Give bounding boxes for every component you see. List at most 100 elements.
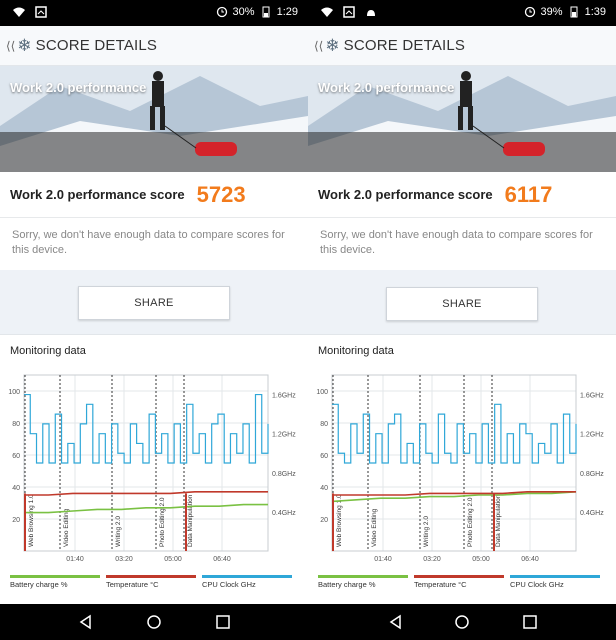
legend-label: Battery charge % [318, 580, 376, 589]
y-tick-label: 80 [320, 421, 328, 428]
y2-tick-label: 0.4GHz [580, 510, 604, 517]
x-tick-label: 01:40 [66, 556, 84, 563]
app-header: ⟨⟨ ❄ SCORE DETAILS [0, 26, 308, 66]
series-line [24, 491, 268, 496]
legend-swatch [318, 575, 408, 578]
y-tick-label: 60 [12, 453, 20, 460]
page-title: SCORE DETAILS [35, 37, 158, 54]
monitoring-chart: 100 80 60 40 20 1.6GHz 1.2GHz 0.8GHz 0.4GHz 01:40… [8, 374, 296, 589]
legend-label: Temperature °C [414, 580, 467, 589]
score-value: 6117 [504, 181, 553, 207]
legend-swatch [510, 575, 600, 578]
compare-notice: Sorry, we don't have enough data to comp… [308, 218, 616, 270]
legend-swatch [414, 575, 504, 578]
x-tick-label: 03:20 [423, 556, 441, 563]
marker-label: Video Editing [371, 508, 378, 547]
alarm-icon [216, 6, 227, 18]
score-label: Work 2.0 performance score [10, 187, 185, 202]
y-tick-label: 60 [320, 453, 328, 460]
home-icon[interactable] [146, 614, 162, 630]
y2-tick-label: 1.6GHz [272, 393, 296, 400]
marker-label: Web Browsing 1.0 [28, 494, 35, 547]
y2-tick-label: 0.8GHz [580, 471, 604, 478]
share-button[interactable]: SHARE [386, 287, 538, 321]
score-label: Work 2.0 performance score [318, 187, 493, 202]
y2-tick-label: 0.8GHz [272, 471, 296, 478]
legend-swatch [10, 575, 100, 578]
share-button[interactable]: SHARE [78, 286, 230, 320]
marker-label: Photo Editing 2.0 [159, 497, 166, 547]
legend-label: CPU Clock GHz [510, 580, 564, 589]
legend-swatch [202, 575, 292, 578]
recents-icon[interactable] [522, 614, 538, 630]
score-row: Work 2.0 performance score 5723 [0, 172, 308, 218]
marker-label: Data Manipulation [187, 494, 194, 547]
battery-percent: 30% [232, 6, 255, 18]
battery-icon [570, 6, 578, 18]
page-title: SCORE DETAILS [343, 37, 466, 54]
marker-label: Video Editing [63, 508, 70, 547]
clock-time: 1:29 [276, 6, 298, 18]
hero-label: Work 2.0 performance [318, 80, 455, 95]
monitoring-card: Monitoring data 100 80 60 40 20 1.6GHz 1.2GHz 0… [308, 334, 616, 604]
recents-icon[interactable] [215, 614, 231, 630]
back-chevron-icon[interactable]: ⟨⟨ [6, 39, 15, 53]
compare-notice: Sorry, we don't have enough data to comp… [0, 218, 308, 270]
y-tick-label: 20 [12, 517, 20, 524]
alarm-icon [524, 6, 535, 18]
marker-label: Data Manipulation [495, 494, 502, 547]
navigation-bar [0, 604, 616, 640]
left-screen: 30% 1:29 ⟨⟨ ❄ SCORE DETAILS Work 2.0 per… [0, 0, 308, 604]
wifi-icon [321, 7, 333, 17]
series-line [24, 393, 269, 464]
wifi-icon [13, 7, 25, 17]
battery-icon [262, 6, 270, 18]
y-tick-label: 40 [12, 485, 20, 492]
y-tick-label: 100 [316, 389, 328, 396]
monitoring-chart: 100 80 60 40 20 1.6GHz 1.2GHz 0.8GHz 0.4GHz 01:40… [316, 374, 604, 589]
x-tick-label: 01:40 [374, 556, 392, 563]
y-tick-label: 20 [320, 517, 328, 524]
clock-time: 1:39 [584, 6, 606, 18]
score-value: 5723 [196, 181, 246, 207]
legend-label: Temperature °C [106, 580, 159, 589]
x-tick-label: 05:00 [164, 556, 182, 563]
marker-label: Photo Editing 2.0 [467, 497, 474, 547]
x-tick-label: 06:40 [213, 556, 231, 563]
y2-tick-label: 1.2GHz [272, 432, 296, 439]
app-header: ⟨⟨ ❄ SCORE DETAILS [308, 26, 616, 66]
legend-swatch [106, 575, 196, 578]
legend-label: CPU Clock GHz [202, 580, 256, 589]
hero-label: Work 2.0 performance [10, 80, 147, 95]
snowflake-logo-icon: ❄ [17, 35, 32, 55]
battery-percent: 39% [540, 6, 563, 18]
marker-label: Writing 2.0 [423, 516, 430, 547]
y-tick-label: 40 [320, 485, 328, 492]
back-icon[interactable] [78, 614, 94, 630]
status-bar: 39% 1:39 [308, 0, 616, 26]
x-tick-label: 05:00 [472, 556, 490, 563]
y2-tick-label: 1.2GHz [580, 432, 604, 439]
home-icon[interactable] [454, 614, 470, 630]
screenshot-icon [35, 6, 47, 18]
series-line [332, 403, 577, 464]
y2-tick-label: 0.4GHz [272, 510, 296, 517]
y2-tick-label: 1.6GHz [580, 393, 604, 400]
x-tick-label: 03:20 [115, 556, 133, 563]
android-icon [367, 10, 375, 16]
y-tick-label: 80 [12, 421, 20, 428]
y-tick-label: 100 [8, 389, 20, 396]
screenshot-icon [343, 6, 355, 18]
legend-label: Battery charge % [10, 580, 68, 589]
monitoring-title: Monitoring data [318, 345, 394, 357]
right-screen: 39% 1:39 ⟨⟨ ❄ SCORE DETAILS Work 2.0 per… [308, 0, 616, 604]
monitoring-title: Monitoring data [10, 345, 86, 357]
status-bar: 30% 1:29 [0, 0, 308, 26]
marker-label: Writing 2.0 [115, 516, 122, 547]
back-chevron-icon[interactable]: ⟨⟨ [314, 39, 323, 53]
marker-label: Web Browsing 1.0 [336, 494, 343, 547]
x-tick-label: 06:40 [521, 556, 539, 563]
back-icon[interactable] [388, 614, 404, 630]
score-row: Work 2.0 performance score 6117 [308, 172, 616, 218]
monitoring-card: Monitoring data 100 80 60 40 20 1.6GHz 1.2GHz 0… [0, 334, 308, 604]
